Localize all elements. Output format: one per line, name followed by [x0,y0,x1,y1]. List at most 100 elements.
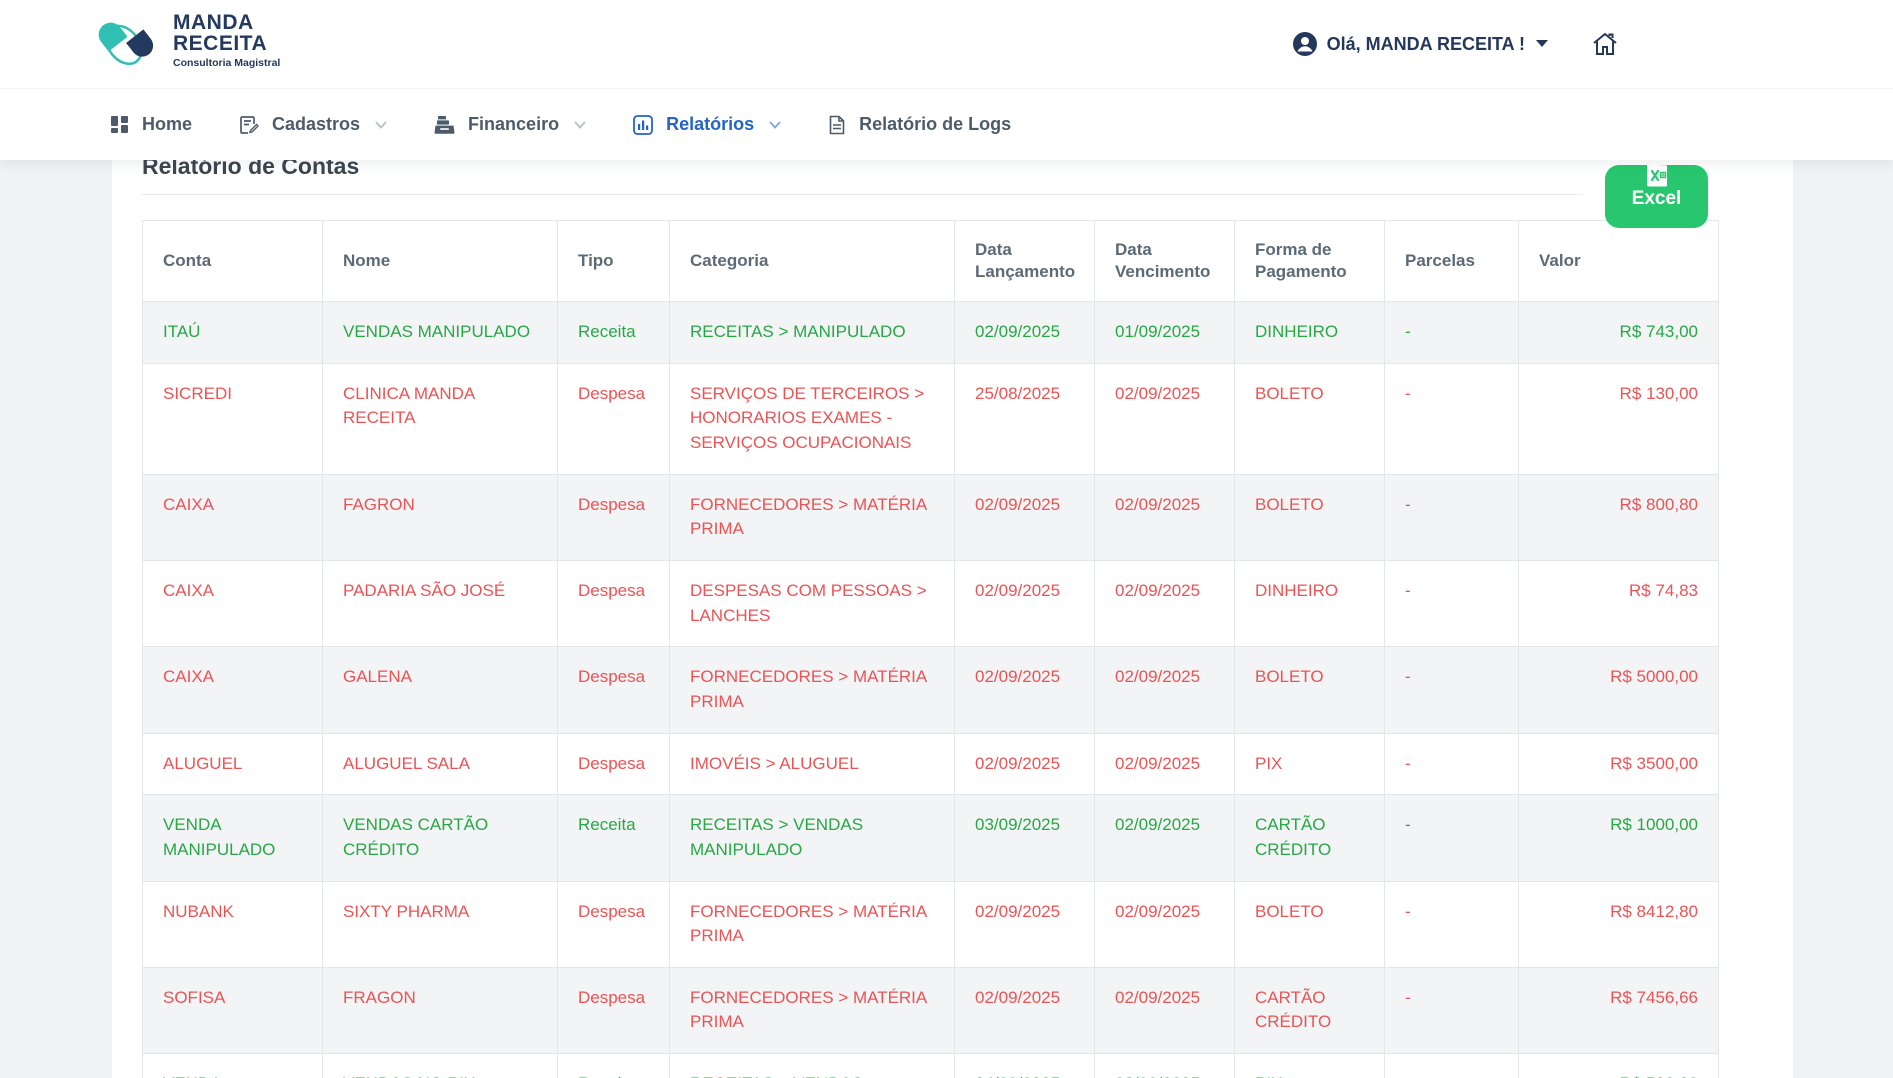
column-header-forma-de-pagamento: Forma de Pagamento [1235,221,1385,302]
cell-valor: R$ 800,80 [1519,474,1719,560]
cell-data-lancamento: 02/09/2025 [955,647,1095,733]
cell-data-vencimento: 02/09/2025 [1095,733,1235,795]
cell-categoria: FORNECEDORES > MATÉRIA PRIMA [670,647,955,733]
title-divider [142,194,1583,195]
cell-parcelas: - [1385,1054,1519,1078]
cell-categoria: SERVIÇOS DE TERCEIROS > HONORARIOS EXAME… [670,363,955,474]
cell-forma-de-pagamento: PIX [1235,1054,1385,1078]
cell-valor: R$ 500,00 [1519,1054,1719,1078]
cell-data-vencimento: 02/09/2025 [1095,363,1235,474]
cell-parcelas: - [1385,302,1519,364]
cell-valor: R$ 7456,66 [1519,967,1719,1053]
column-header-data-vencimento: Data Vencimento [1095,221,1235,302]
nav-item-cadastros[interactable]: Cadastros [239,114,387,135]
column-header-valor: Valor [1519,221,1719,302]
cell-categoria: RECEITAS > VENDAS VAREJO [670,1054,955,1078]
cell-parcelas: - [1385,647,1519,733]
cell-data-lancamento: 25/08/2025 [955,363,1095,474]
cell-nome: GALENA [323,647,558,733]
cell-categoria: FORNECEDORES > MATÉRIA PRIMA [670,474,955,560]
cell-tipo: Despesa [558,733,670,795]
cell-tipo: Despesa [558,363,670,474]
excel-button-label: Excel [1632,188,1682,210]
nav-item-relatorios[interactable]: Relatórios [633,114,781,135]
cell-conta: ALUGUEL [143,733,323,795]
user-circle-icon [1292,31,1318,57]
table-row: SOFISAFRAGONDespesaFORNECEDORES > MATÉRI… [143,967,1719,1053]
cell-valor: R$ 3500,00 [1519,733,1719,795]
cell-categoria: RECEITAS > VENDAS MANIPULADO [670,795,955,881]
cell-conta: NUBANK [143,881,323,967]
cell-data-lancamento: 02/09/2025 [955,561,1095,647]
brand-logo[interactable]: MANDA RECEITA Consultoria Magistral [95,9,280,71]
cell-data-vencimento: 02/09/2025 [1095,647,1235,733]
top-header-bar: MANDA RECEITA Consultoria Magistral Olá,… [0,0,1893,88]
nav-item-label: Relatório de Logs [859,114,1011,135]
cell-tipo: Receita [558,302,670,364]
brand-name-line2: RECEITA [173,33,280,54]
cell-conta: CAIXA [143,561,323,647]
cell-valor: R$ 743,00 [1519,302,1719,364]
greeting-text: Olá, MANDA RECEITA ! [1327,34,1525,55]
home-shortcut-button[interactable] [1592,32,1618,56]
nav-item-relatorio-de-logs[interactable]: Relatório de Logs [828,114,1011,135]
cell-valor: R$ 74,83 [1519,561,1719,647]
cell-nome: PADARIA SÃO JOSÉ [323,561,558,647]
cell-forma-de-pagamento: BOLETO [1235,647,1385,733]
cell-forma-de-pagamento: BOLETO [1235,363,1385,474]
chevron-down-icon [375,121,387,129]
cell-nome: VENDAS NO PIX [323,1054,558,1078]
excel-file-icon [1645,165,1669,187]
cell-conta: CAIXA [143,474,323,560]
cell-nome: CLINICA MANDA RECEITA [323,363,558,474]
table-header-row: ContaNomeTipoCategoriaData LançamentoDat… [143,221,1719,302]
cell-valor: R$ 8412,80 [1519,881,1719,967]
column-header-nome: Nome [323,221,558,302]
cell-data-lancamento: 02/09/2025 [955,733,1095,795]
nav-item-label: Relatórios [666,114,754,135]
cell-nome: VENDAS MANIPULADO [323,302,558,364]
cell-parcelas: - [1385,733,1519,795]
export-excel-button[interactable]: Excel [1605,165,1708,228]
cell-data-vencimento: 02/09/2025 [1095,561,1235,647]
cell-forma-de-pagamento: BOLETO [1235,474,1385,560]
column-header-conta: Conta [143,221,323,302]
bar-chart-icon [633,115,653,135]
cell-data-vencimento: 02/09/2025 [1095,474,1235,560]
user-menu[interactable]: Olá, MANDA RECEITA ! [1292,31,1548,57]
cell-data-vencimento: 01/09/2025 [1095,302,1235,364]
caret-down-icon [1536,40,1548,48]
cell-data-vencimento: 02/09/2025 [1095,881,1235,967]
table-row: ALUGUELALUGUEL SALADespesaIMOVÉIS > ALUG… [143,733,1719,795]
nav-item-home[interactable]: Home [110,114,192,135]
nav-item-financeiro[interactable]: Financeiro [434,114,586,135]
cell-tipo: Despesa [558,561,670,647]
column-header-data-lancamento: Data Lançamento [955,221,1095,302]
page: MANDA RECEITA Consultoria Magistral Olá,… [0,0,1893,1078]
table-row: SICREDICLINICA MANDA RECEITADespesaSERVI… [143,363,1719,474]
nav-item-label: Home [142,114,192,135]
cell-categoria: FORNECEDORES > MATÉRIA PRIMA [670,881,955,967]
cell-forma-de-pagamento: DINHEIRO [1235,561,1385,647]
cell-tipo: Despesa [558,881,670,967]
main-nav: Home Cadastros Financeiro Relatórios Relatór… [0,88,1893,160]
cell-parcelas: - [1385,881,1519,967]
cell-valor: R$ 5000,00 [1519,647,1719,733]
document-icon [828,115,846,135]
cell-forma-de-pagamento: BOLETO [1235,881,1385,967]
cell-forma-de-pagamento: CARTÃO CRÉDITO [1235,967,1385,1053]
nav-item-label: Cadastros [272,114,360,135]
cell-nome: FRAGON [323,967,558,1053]
cell-nome: SIXTY PHARMA [323,881,558,967]
cell-conta: ITAÚ [143,302,323,364]
table-row: CAIXAPADARIA SÃO JOSÉDespesaDESPESAS COM… [143,561,1719,647]
cell-valor: R$ 130,00 [1519,363,1719,474]
column-header-tipo: Tipo [558,221,670,302]
page-title: Relatório de Contas [142,160,1763,179]
cell-data-vencimento: 02/09/2025 [1095,967,1235,1053]
cell-parcelas: - [1385,561,1519,647]
cell-tipo: Despesa [558,474,670,560]
nav-item-label: Financeiro [468,114,559,135]
cell-tipo: Despesa [558,967,670,1053]
column-header-parcelas: Parcelas [1385,221,1519,302]
